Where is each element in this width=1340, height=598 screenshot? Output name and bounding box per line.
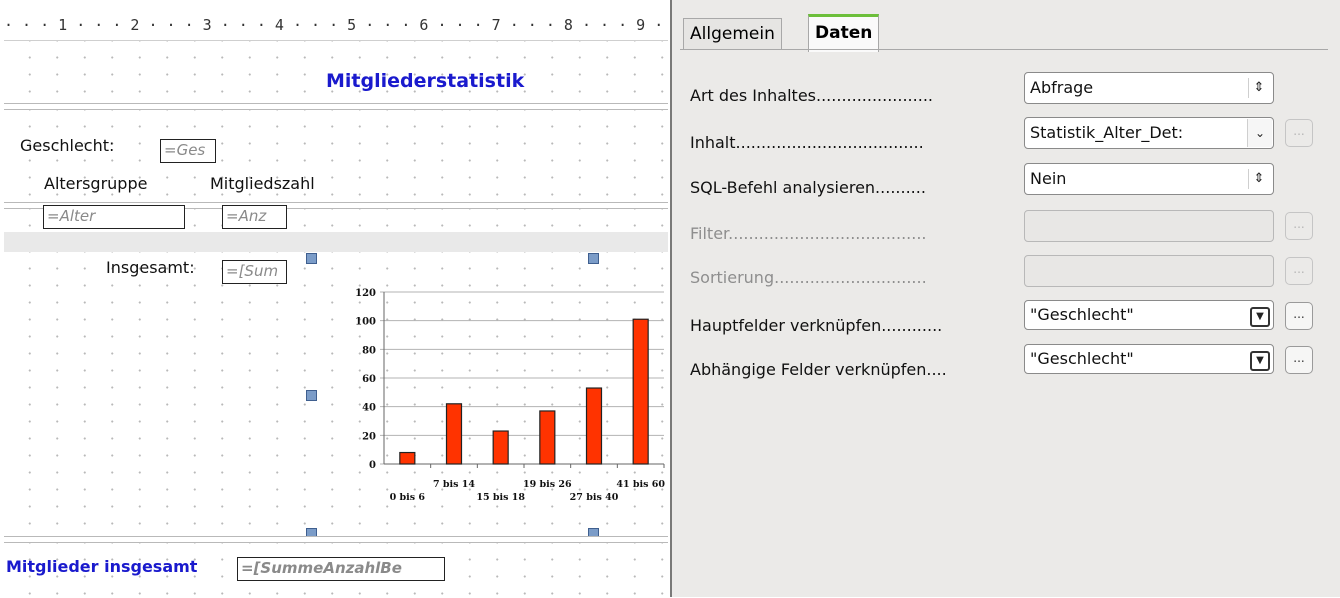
sortierung-label: Sortierung.............................. [690,268,927,287]
spin-arrows-icon: ⇕ [1248,169,1269,189]
x-tick-label: 19 bis 26 [523,479,572,490]
abhaengige-felder-value: "Geschlecht" [1030,349,1134,368]
filter-input[interactable] [1024,210,1274,242]
y-tick-label: 100 [355,317,376,328]
hauptfelder-dots-button[interactable]: ... [1285,302,1313,330]
y-tick-label: 20 [362,431,376,442]
hauptfelder-input[interactable]: "Geschlecht" ▼ [1024,300,1274,330]
inhalt-dots-button[interactable]: ... [1285,119,1313,147]
abhaengige-felder-input[interactable]: "Geschlecht" ▼ [1024,344,1274,374]
total-label[interactable]: Insgesamt: [106,258,195,278]
section-divider [4,232,668,252]
x-tick-label: 15 bis 18 [476,492,525,503]
inhalt-label: Inhalt..................................… [690,133,924,152]
abhaengige-felder-dots-button[interactable]: ... [1285,346,1313,374]
bar-chart[interactable]: 0 20 40 60 80 100 120 0 bis 6 7 bis 1415 bis 18 1… [340,280,670,520]
report-title[interactable]: Mitgliederstatistik [326,71,524,91]
art-des-inhaltes-select[interactable]: Abfrage ⇕ [1024,72,1274,104]
filter-dots-button[interactable]: ... [1285,212,1313,240]
x-tick-label: 27 bis 40 [570,492,619,503]
column-header-age[interactable]: Altersgruppe [44,174,147,194]
x-tick-label: 41 bis 60 [616,479,665,490]
sql-befehl-label: SQL-Befehl analysieren.......... [690,178,926,197]
total-field[interactable]: =[Sum [222,260,287,284]
sortierung-input[interactable] [1024,255,1274,287]
bar [399,451,416,465]
art-des-inhaltes-label: Art des Inhaltes....................... [690,86,933,105]
inhalt-value: Statistik_Alter_Det: [1030,123,1184,142]
sortierung-dots-button[interactable]: ... [1285,257,1313,285]
y-tick-label: 80 [362,345,376,356]
footer-label[interactable]: Mitglieder insgesamt [6,557,197,577]
sql-befehl-select[interactable]: Nein ⇕ [1024,163,1274,195]
report-designer: · · · 1 · · · 2 · · · 3 · · · 4 · · · 5 … [0,0,670,597]
chevron-down-icon[interactable]: ⌄ [1247,119,1272,147]
abhaengige-felder-label: Abhängige Felder verknüpfen.... [690,360,947,379]
detail-field-count[interactable]: =Anz [222,205,287,229]
dropdown-arrow-icon[interactable]: ▼ [1250,351,1270,371]
detail-field-age[interactable]: =Alter [43,205,185,229]
x-tick-label: 7 bis 14 [433,479,475,490]
hauptfelder-value: "Geschlecht" [1030,305,1134,324]
panel-splitter[interactable] [670,0,680,597]
y-tick-label: 0 [369,460,376,471]
column-header-count[interactable]: Mitgliedszahl [210,174,315,194]
horizontal-ruler: · · · 1 · · · 2 · · · 3 · · · 4 · · · 5 … [4,10,668,41]
section-divider [4,536,668,543]
bar [632,318,649,465]
dropdown-arrow-icon[interactable]: ▼ [1250,307,1270,327]
tab-daten[interactable]: Daten [808,14,880,52]
x-tick-label: 0 bis 6 [390,492,426,503]
art-des-inhaltes-value: Abfrage [1030,78,1094,97]
section-divider [4,103,668,110]
spin-arrows-icon: ⇕ [1248,78,1269,98]
bar [492,430,509,465]
selection-handle[interactable] [588,253,599,264]
y-tick-label: 40 [362,403,376,414]
filter-label: Filter..................................… [690,224,927,243]
sql-befehl-value: Nein [1030,169,1067,188]
footer-field[interactable]: =[SummeAnzahlBe [237,557,445,581]
bar [539,410,556,465]
bar [445,403,463,465]
group-label[interactable]: Geschlecht: [20,136,114,156]
y-tick-label: 120 [355,288,376,299]
y-tick-label: 60 [362,374,376,385]
hauptfelder-label: Hauptfelder verknüpfen............ [690,316,943,335]
bar [585,387,603,465]
selection-handle[interactable] [306,253,317,264]
tab-allgemein[interactable]: Allgemein [683,18,782,49]
group-field[interactable]: =Ges [160,139,216,163]
inhalt-combobox[interactable]: Statistik_Alter_Det: ⌄ [1024,117,1274,149]
selection-handle[interactable] [306,390,317,401]
